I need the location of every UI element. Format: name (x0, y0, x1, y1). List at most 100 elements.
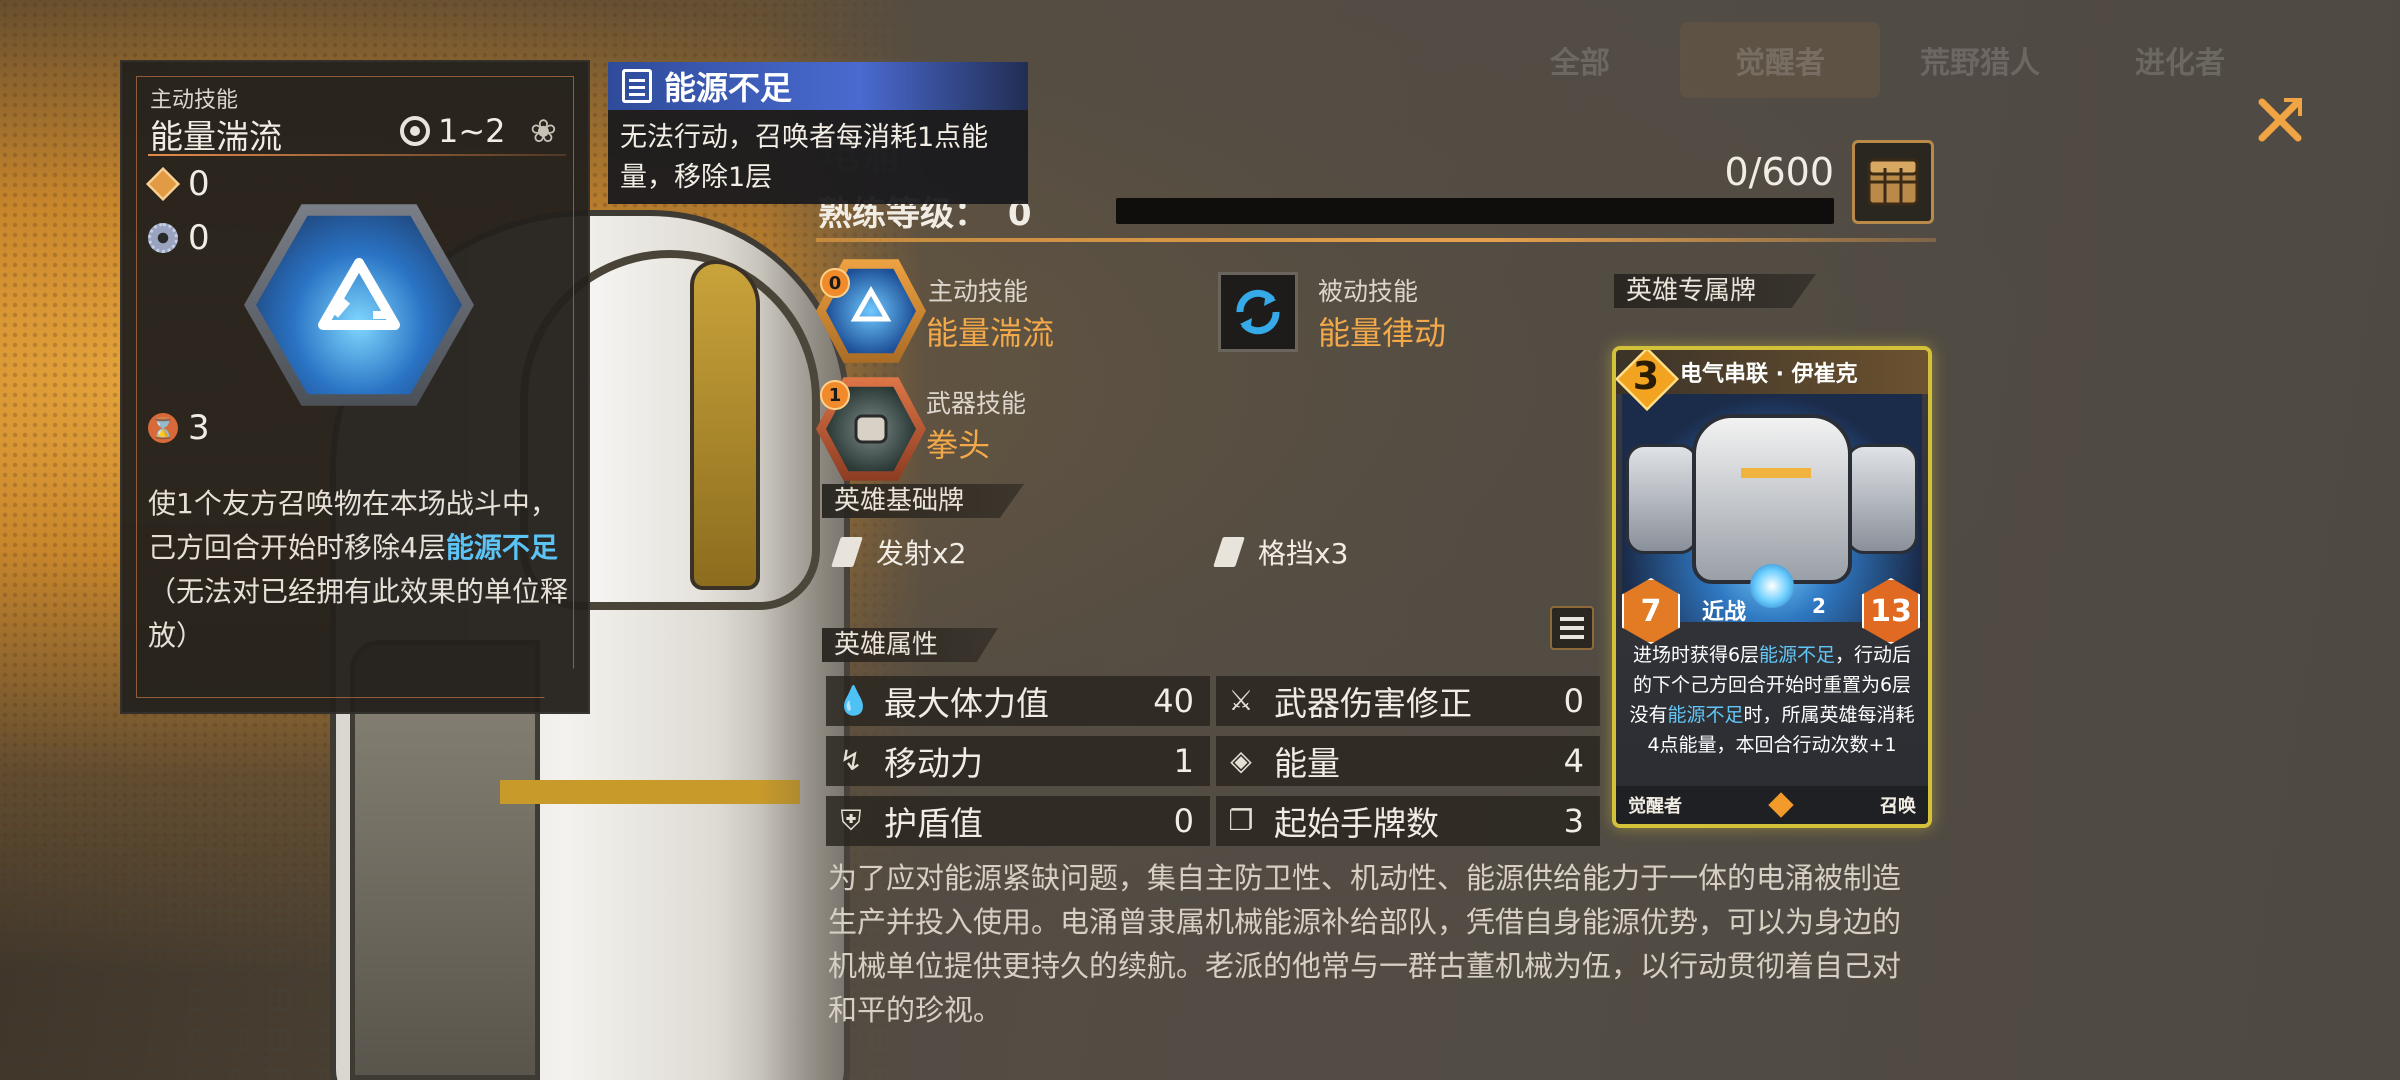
proficiency-reward-button[interactable] (1852, 140, 1934, 224)
exclusive-card-stats: 7 近战 2 13 (1616, 574, 1928, 644)
attr-value: 40 (1153, 682, 1194, 720)
document-icon (622, 69, 652, 103)
exclusive-card-count: 2 (1812, 594, 1826, 618)
exclusive-card-cost: 3 (1632, 354, 1660, 398)
attr-label: 起始手牌数 (1274, 804, 1439, 843)
card-list-button[interactable] (1550, 606, 1594, 650)
hero-lore-text: 为了应对能源紧缺问题，集自主防卫性、机动性、能源供给能力于一体的电涌被制造生产并… (828, 861, 1902, 1027)
boot-icon: ↯ (839, 744, 863, 777)
robot-head (1692, 414, 1852, 584)
basic-cards-section-title: 英雄基础牌 (822, 484, 1025, 518)
tooltip-cooldown-value: 3 (188, 408, 210, 448)
gear-icon (148, 223, 178, 253)
weapon-skill-cost-badge: 1 (820, 380, 850, 410)
attr-label: 能量 (1274, 744, 1340, 783)
tooltip-skill-name: 能量湍流 (150, 117, 282, 156)
hand-cards-icon: ❐ (1228, 804, 1254, 837)
attr-value: 0 (1173, 802, 1194, 840)
passive-skill-type: 被动技能 (1318, 277, 1419, 306)
attr-value: 1 (1173, 742, 1194, 780)
card-text-keyword[interactable]: 能源不足 (1759, 644, 1835, 666)
hero-art-stripe (500, 780, 800, 804)
exclusive-card-class: 觉醒者 (1628, 796, 1682, 817)
attr-shield: ⛨ 护盾值 0 (826, 796, 1210, 846)
tab-evolver[interactable]: 进化者 (2080, 22, 2280, 98)
recycle-arrows-icon (318, 258, 400, 330)
tooltip-range-value: 1~2 (438, 112, 506, 150)
attr-value: 3 (1563, 802, 1584, 840)
tab-all[interactable]: 全部 (1480, 22, 1680, 98)
tab-awakened[interactable]: 觉醒者 (1680, 22, 1880, 98)
hourglass-icon: ⌛ (148, 413, 178, 443)
card-icon (831, 537, 863, 567)
close-button[interactable] (2252, 92, 2308, 148)
active-skill-name[interactable]: 能量湍流 (926, 308, 1054, 354)
exclusive-card-left-value: 7 (1640, 594, 1662, 629)
tab-wild-hunter[interactable]: 荒野猎人 (1880, 22, 2080, 98)
cycle-arrows-icon (1236, 289, 1280, 335)
tooltip-gear-cost: 0 (148, 218, 210, 258)
tooltip-desc-keyword[interactable]: 能源不足 (446, 531, 558, 564)
attr-starting-hand: ❐ 起始手牌数 3 (1216, 796, 1600, 846)
exclusive-card[interactable]: 3 电气串联 · 伊崔克 7 近战 2 13 进场时获得6层能源不足，行动后的下… (1612, 346, 1932, 828)
hero-filter-tabs: 全部 觉醒者 荒野猎人 进化者 (1480, 22, 2280, 98)
card-icon (1213, 537, 1245, 567)
status-tooltip-title: 能源不足 (664, 69, 793, 107)
card-text: 没有 (1629, 704, 1668, 726)
attr-max-hp: 💧 最大体力值 40 (826, 676, 1210, 726)
exclusive-card-category: 召唤 (1880, 796, 1916, 817)
weapon-skill-name[interactable]: 拳头 (926, 420, 990, 466)
header-divider (816, 238, 1936, 242)
shield-icon: ⛨ (840, 804, 862, 837)
rarity-diamond-icon (1768, 792, 1794, 818)
passive-skill-icon-frame[interactable] (1218, 272, 1298, 352)
exclusive-card-title: 电气串联 · 伊崔克 (1680, 362, 1858, 387)
card-text-keyword[interactable]: 能源不足 (1667, 704, 1743, 726)
robot-shoulder-right (1846, 444, 1918, 554)
exclusive-card-right-value: 13 (1870, 594, 1912, 629)
attr-label: 护盾值 (884, 804, 983, 843)
target-icon (400, 116, 430, 146)
basic-card-launch[interactable]: 发射x2 (831, 532, 966, 572)
basic-card-label: 格挡x3 (1258, 537, 1349, 570)
energy-diamond-icon (146, 167, 180, 201)
attr-value: 0 (1563, 682, 1584, 720)
exclusive-card-text: 进场时获得6层能源不足，行动后的下个己方回合开始时重置为6层 没有能源不足时，所… (1624, 640, 1920, 760)
list-icon-line (1560, 617, 1584, 621)
active-skill-cost-badge: 0 (820, 268, 850, 298)
list-icon-line (1560, 635, 1584, 639)
status-tooltip-header: 能源不足 (608, 62, 1028, 110)
attr-label: 最大体力值 (884, 684, 1049, 723)
fist-glyph-icon (854, 414, 888, 444)
tooltip-gear-value: 0 (188, 218, 210, 258)
exclusive-card-section-title: 英雄专属牌 (1614, 274, 1817, 308)
tooltip-energy-value: 0 (188, 164, 210, 204)
recycle-arrows-icon (850, 285, 892, 322)
attr-label: 武器伤害修正 (1274, 684, 1472, 723)
close-icon (2258, 98, 2302, 142)
proficiency-progress-bar (1116, 198, 1834, 224)
attr-value: 4 (1563, 742, 1584, 780)
attributes-section-title: 英雄属性 (822, 628, 999, 662)
attr-label: 移动力 (884, 744, 983, 783)
list-icon-line (1560, 626, 1584, 630)
exclusive-card-footer: 觉醒者 召唤 (1616, 786, 1928, 824)
blood-drop-icon: 💧 (836, 684, 871, 717)
attr-weapon-damage-mod: ⚔ 武器伤害修正 0 (1216, 676, 1600, 726)
weapon-skill-type: 武器技能 (926, 389, 1027, 418)
status-tooltip: 能源不足 无法行动，召唤者每消耗1点能量，移除1层 (608, 62, 1028, 204)
blade-icon: ⚔ (1228, 684, 1254, 717)
proficiency-progress-text: 0/600 (1724, 150, 1834, 194)
robot-visor (1741, 468, 1811, 478)
tooltip-energy-cost: 0 (146, 164, 210, 204)
hero-art-helmet-trim (690, 260, 760, 590)
card-text: 进场时获得6层 (1632, 644, 1760, 666)
robot-shoulder-left (1626, 444, 1698, 554)
exclusive-card-tag: 近战 (1702, 600, 1747, 625)
passive-skill-name[interactable]: 能量律动 (1318, 308, 1446, 354)
basic-card-block[interactable]: 格挡x3 (1213, 532, 1349, 572)
treasure-chest-icon (1867, 158, 1919, 206)
tooltip-description: 使1个友方召唤物在本场战斗中，己方回合开始时移除4层能源不足 （无法对已经拥有此效… (148, 482, 578, 658)
tooltip-cooldown: ⌛ 3 (148, 408, 210, 448)
attr-energy: ◈ 能量 4 (1216, 736, 1600, 786)
